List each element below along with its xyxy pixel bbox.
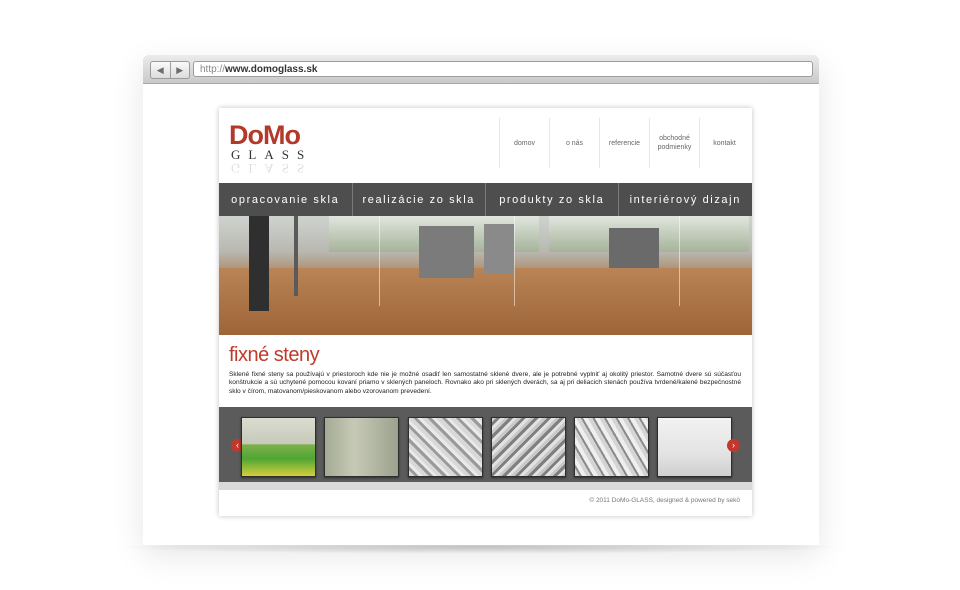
- hero-glass-edge: [379, 216, 380, 306]
- hero-shelving: [249, 216, 269, 311]
- hero-glass-edge: [679, 216, 680, 306]
- footer-copyright: © 2011 DoMo-GLASS, designed & powered by…: [589, 497, 740, 504]
- mainmenu-item-glass-processing[interactable]: opracovanie skla: [219, 183, 352, 216]
- logo-wordmark-bottom: GLASS: [231, 147, 313, 162]
- chevron-left-icon: ◀: [156, 64, 164, 75]
- gallery-thumbnail[interactable]: [408, 417, 483, 477]
- browser-toolbar: ◀ ▶ http://www.domoglass.sk: [143, 55, 819, 84]
- topnav-item-terms[interactable]: obchodné podmienky: [649, 118, 699, 168]
- topnav-item-references[interactable]: referencie: [599, 118, 649, 168]
- hero-image: [219, 216, 752, 335]
- arrow-left-icon: ‹: [236, 440, 239, 450]
- hero-cabinet: [484, 224, 514, 274]
- site-logo[interactable]: DoMo GLASS GLASS: [229, 120, 313, 177]
- topnav-item-about[interactable]: o nás: [549, 118, 599, 168]
- hero-desk: [609, 228, 659, 268]
- back-button[interactable]: ◀: [151, 62, 170, 78]
- arrow-right-icon: ›: [732, 440, 735, 450]
- gallery-thumbnail[interactable]: [574, 417, 649, 477]
- main-menu: opracovanie skla realizácie zo skla prod…: [219, 183, 752, 216]
- mainmenu-item-glass-realizations[interactable]: realizácie zo skla: [351, 183, 486, 216]
- gallery-thumbnail[interactable]: [491, 417, 566, 477]
- hero-desk: [419, 226, 474, 278]
- hero-glass-edge: [514, 216, 515, 306]
- address-bar[interactable]: http://www.domoglass.sk: [193, 61, 813, 77]
- logo-reflection: GLASS: [231, 161, 313, 176]
- topnav-item-contact[interactable]: kontakt: [699, 118, 749, 168]
- gallery-thumbnail[interactable]: [657, 417, 732, 477]
- hero-floor: [219, 268, 752, 335]
- forward-button[interactable]: ▶: [169, 62, 190, 78]
- chevron-right-icon: ▶: [176, 64, 184, 75]
- mainmenu-item-interior-design[interactable]: interiérový dizajn: [617, 183, 753, 216]
- gallery-next-button[interactable]: ›: [727, 439, 740, 452]
- url-host: www.domoglass.sk: [225, 64, 318, 75]
- mainmenu-item-glass-products[interactable]: produkty zo skla: [485, 183, 618, 216]
- thumbnail-gallery: ‹ ›: [219, 407, 752, 482]
- top-navigation: domov o nás referencie obchodné podmienk…: [499, 118, 749, 168]
- hero-post: [294, 216, 298, 296]
- website-page: DoMo GLASS GLASS domov o nás referencie …: [219, 108, 752, 516]
- footer-divider: [219, 482, 752, 490]
- url-protocol: http://: [200, 64, 226, 75]
- page-body-text: Sklené fixné steny sa používajú v priest…: [229, 371, 741, 395]
- gallery-thumbnail[interactable]: [324, 417, 399, 477]
- topnav-item-home[interactable]: domov: [499, 118, 549, 168]
- nav-buttons: ◀ ▶: [150, 61, 190, 79]
- logo-wordmark-top: DoMo: [229, 120, 301, 150]
- page-title: fixné steny: [229, 344, 320, 366]
- gallery-thumbnail[interactable]: [241, 417, 316, 477]
